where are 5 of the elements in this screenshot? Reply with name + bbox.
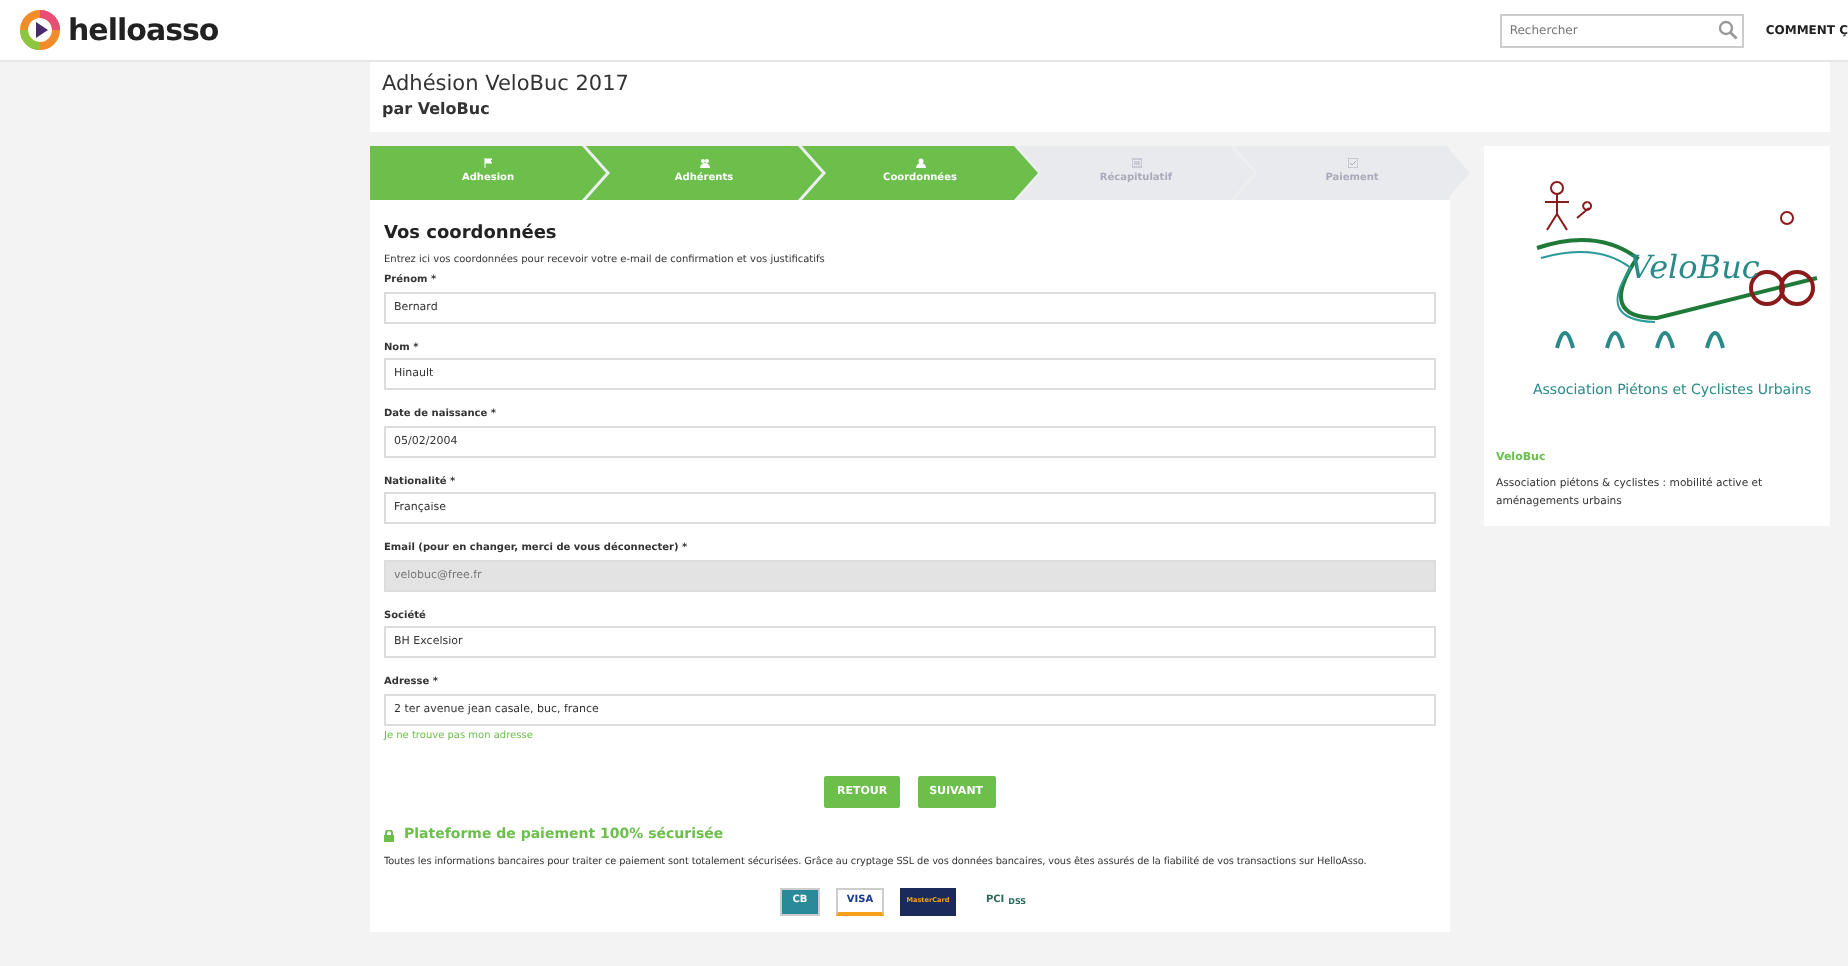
organizer-link[interactable]: VeloBuc — [417, 99, 490, 118]
page-title: Adhésion VeloBuc 2017 — [382, 72, 631, 98]
brand-logo-text[interactable]: helloasso — [68, 7, 219, 53]
section-title: Vos coordonnées — [384, 226, 559, 246]
by-label: par — [382, 99, 413, 118]
